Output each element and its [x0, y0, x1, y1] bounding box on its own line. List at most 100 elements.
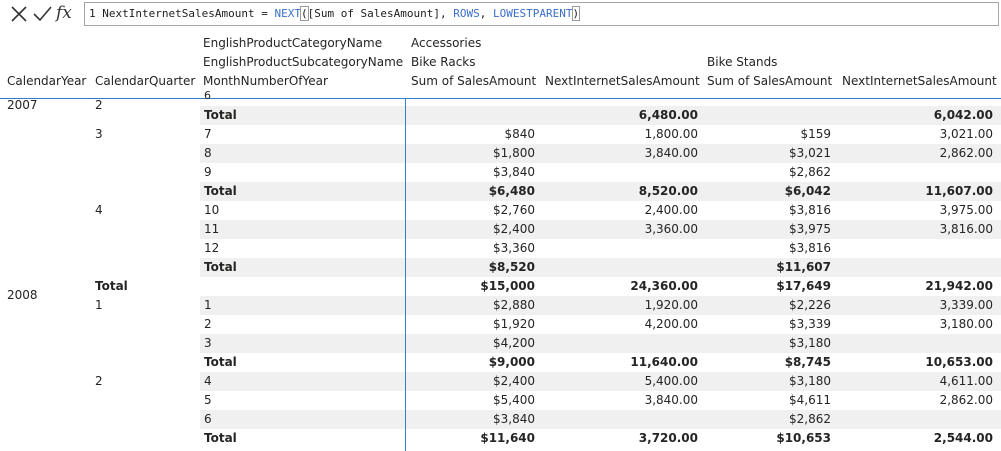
table-row: 10 $2,760 2,400.00 $3,816 3,975.00: [200, 201, 1001, 220]
month-cell: 6: [204, 412, 212, 426]
next-sales-bike-stands-cell: 21,942.00: [925, 279, 993, 293]
row-header-divider: [405, 98, 406, 451]
sum-sales-bike-stands-cell: $3,339: [789, 317, 831, 331]
table-row: 2 $1,920 4,200.00 $3,339 3,180.00: [200, 315, 1001, 334]
sum-sales-bike-stands-cell: $2,862: [789, 165, 831, 179]
year-label[interactable]: 2008: [7, 286, 38, 305]
quarter-label[interactable]: 3: [95, 125, 103, 144]
sum-sales-bike-racks-cell: $4,200: [493, 336, 535, 350]
next-sales-bike-racks-cell: 8,520.00: [638, 184, 698, 198]
table-row: 6 $3,840 $2,862: [200, 410, 1001, 429]
next-sales-bike-racks-cell: 3,840.00: [644, 146, 698, 160]
next-sales-bike-racks-cell: 1,800.00: [644, 127, 698, 141]
commit-check-icon[interactable]: [31, 3, 53, 25]
cancel-icon[interactable]: [8, 3, 30, 25]
quarter-label[interactable]: 2: [95, 372, 103, 391]
next-sales-bike-racks-cell: 4,200.00: [644, 317, 698, 331]
sum-sales-bike-stands-cell: $3,816: [789, 241, 831, 255]
header-subcategory-bike-racks[interactable]: Bike Racks: [411, 53, 476, 72]
sum-sales-bike-stands-cell: $3,975: [789, 222, 831, 236]
sum-sales-bike-stands-cell: $2,862: [789, 412, 831, 426]
formula-arg1: [Sum of SalesAmount],: [307, 7, 454, 20]
month-cell: Total: [204, 260, 237, 274]
sum-sales-bike-racks-cell: $2,880: [493, 298, 535, 312]
sum-sales-bike-stands-cell: $3,180: [789, 336, 831, 350]
next-sales-bike-racks-cell: 24,360.00: [630, 279, 698, 293]
header-category-field: EnglishProductCategoryName: [203, 36, 383, 50]
header-measure-next-sales-2[interactable]: NextInternetSalesAmount: [842, 72, 997, 91]
sum-sales-bike-racks-cell: $8,520: [488, 260, 535, 274]
header-subcategory-bike-stands[interactable]: Bike Stands: [707, 53, 777, 72]
quarter-label[interactable]: 1: [95, 296, 103, 315]
quarter-total-label[interactable]: Total: [95, 277, 128, 296]
month-cell: Total: [204, 108, 237, 122]
next-sales-bike-racks-cell: 1,920.00: [644, 298, 698, 312]
sum-sales-bike-stands-cell: $4,611: [789, 393, 831, 407]
month-cell: 1: [204, 298, 212, 312]
formula-close-paren: ): [571, 6, 581, 21]
sum-sales-bike-racks-cell: $15,000: [480, 279, 535, 293]
month-cell: 9: [204, 165, 212, 179]
next-sales-bike-stands-cell: 3,021.00: [939, 127, 993, 141]
sum-sales-bike-racks-cell: $1,920: [493, 317, 535, 331]
matrix-visual: EnglishProductCategoryName EnglishProduc…: [0, 34, 1001, 451]
month-cell: Total: [204, 355, 237, 369]
sum-sales-bike-racks-cell: $9,000: [488, 355, 535, 369]
total-row: Total $8,520 $11,607: [200, 258, 1001, 277]
header-calendar-quarter[interactable]: CalendarQuarter: [95, 72, 195, 91]
sum-sales-bike-racks-cell: $2,400: [493, 222, 535, 236]
header-subcategory-field: EnglishProductSubcategoryName: [203, 55, 404, 69]
table-row: 1 $2,880 1,920.00 $2,226 3,339.00: [200, 296, 1001, 315]
table-row: 9 $3,840 $2,862: [200, 163, 1001, 182]
header-measure-sum-sales-2[interactable]: Sum of SalesAmount: [707, 72, 832, 91]
month-cell: 12: [204, 241, 220, 255]
sum-sales-bike-stands-cell: $6,042: [784, 184, 831, 198]
next-sales-bike-stands-cell: 2,544.00: [933, 431, 993, 445]
next-sales-bike-racks-cell: 5,400.00: [644, 374, 698, 388]
header-measure-next-sales-1[interactable]: NextInternetSalesAmount: [545, 72, 700, 91]
total-row: Total $11,640 3,720.00 $10,653 2,544.00: [200, 429, 1001, 448]
total-row: Total 6,480.00 6,042.00: [200, 106, 1001, 125]
table-row: 12 $3,360 $3,816: [200, 239, 1001, 258]
header-calendar-year[interactable]: CalendarYear: [7, 72, 86, 91]
next-sales-bike-stands-cell: 11,607.00: [925, 184, 993, 198]
month-cell: 5: [204, 393, 212, 407]
sum-sales-bike-stands-cell: $10,653: [776, 431, 831, 445]
sum-sales-bike-racks-cell: $11,640: [480, 431, 535, 445]
month-cell: 7: [204, 127, 212, 141]
header-category-accessories[interactable]: Accessories: [411, 34, 481, 53]
fx-icon[interactable]: fx: [56, 3, 72, 23]
sum-sales-bike-stands-cell: $3,180: [789, 374, 831, 388]
header-measure-sum-sales-1[interactable]: Sum of SalesAmount: [411, 72, 536, 91]
next-sales-bike-stands-cell: 3,975.00: [939, 203, 993, 217]
next-sales-bike-stands-cell: 3,180.00: [939, 317, 993, 331]
next-sales-bike-stands-cell: 10,653.00: [925, 355, 993, 369]
month-cell: 11: [204, 222, 220, 236]
month-cell: 8: [204, 146, 212, 160]
sum-sales-bike-racks-cell: $2,760: [493, 203, 535, 217]
table-row: 7 $840 1,800.00 $159 3,021.00: [200, 125, 1001, 144]
formula-equals: =: [254, 7, 275, 20]
header-divider: [0, 98, 1001, 99]
sum-sales-bike-racks-cell: $1,800: [493, 146, 535, 160]
sum-sales-bike-racks-cell: $3,840: [493, 412, 535, 426]
next-sales-bike-racks-cell: 3,720.00: [638, 431, 698, 445]
month-cell: 3: [204, 336, 212, 350]
table-row: 4 $2,400 5,400.00 $3,180 4,611.00: [200, 372, 1001, 391]
next-sales-bike-stands-cell: 2,862.00: [939, 146, 993, 160]
formula-line-number: 1: [89, 7, 96, 20]
year-label[interactable]: 2007: [7, 96, 38, 115]
quarter-label[interactable]: 4: [95, 201, 103, 220]
sum-sales-bike-stands-cell: $8,745: [784, 355, 831, 369]
sum-sales-bike-racks-cell: $5,400: [493, 393, 535, 407]
header-month-field[interactable]: MonthNumberOfYear: [203, 72, 328, 91]
dax-formula-input[interactable]: 1 NextInternetSalesAmount = NEXT([Sum of…: [84, 2, 999, 26]
table-row: 5 $5,400 3,840.00 $4,611 2,862.00: [200, 391, 1001, 410]
sum-sales-bike-racks-cell: $6,480: [488, 184, 535, 198]
table-row: 11 $2,400 3,360.00 $3,975 3,816.00: [200, 220, 1001, 239]
quarter-label[interactable]: 2: [95, 96, 103, 115]
total-row: $15,000 24,360.00 $17,649 21,942.00: [200, 277, 1001, 296]
formula-function: NEXT: [274, 7, 301, 20]
month-cell: 2: [204, 317, 212, 331]
total-row: Total $6,480 8,520.00 $6,042 11,607.00: [200, 182, 1001, 201]
